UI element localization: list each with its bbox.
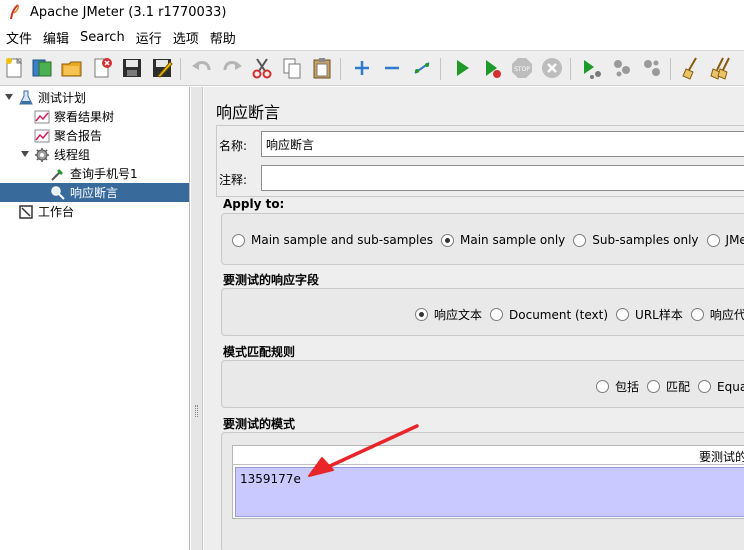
toolbar-separator xyxy=(570,58,571,80)
tree-item-label: 查询手机号1 xyxy=(70,167,138,181)
assertion-panel: 响应断言 名称: 注释: Apply to: Main sample and s… xyxy=(204,87,744,550)
tree-item-label: 响应断言 xyxy=(70,186,119,200)
save-as-icon[interactable] xyxy=(150,56,174,80)
radio-response-text[interactable]: 响应文本 xyxy=(415,306,482,323)
patterns-table-header[interactable]: 要测试的模式 xyxy=(233,446,744,465)
toolbar-separator xyxy=(180,58,181,80)
start-icon[interactable] xyxy=(450,56,474,80)
tree-item-label: 测试计划 xyxy=(38,91,87,105)
redo-icon[interactable] xyxy=(220,56,244,80)
tree-item-view-results-tree[interactable]: 察看结果树 xyxy=(34,107,114,126)
pattern-rules-group: 包括 匹配 Equa xyxy=(221,360,744,408)
tree-item-thread-group[interactable]: 线程组 xyxy=(34,145,90,164)
patterns-table: 要测试的模式 1359177e xyxy=(232,445,744,519)
remote-stop-icon[interactable] xyxy=(610,56,634,80)
comment-field[interactable] xyxy=(261,165,744,191)
jmeter-feather-icon xyxy=(10,4,19,20)
gear-icon xyxy=(35,147,49,162)
tree-item-workbench[interactable]: 工作台 xyxy=(18,202,74,221)
menu-bar: 文件 编辑 Search 运行 选项 帮助 xyxy=(0,26,744,48)
menu-options[interactable]: 选项 xyxy=(167,28,204,47)
clear-icon[interactable] xyxy=(680,56,704,80)
radio-main-sample-only[interactable]: Main sample only xyxy=(440,233,565,247)
pipette-icon xyxy=(51,168,63,181)
magnifier-icon xyxy=(51,185,65,200)
new-icon[interactable] xyxy=(2,56,26,80)
toggle-icon[interactable] xyxy=(410,56,434,80)
radio-document-text[interactable]: Document (text) xyxy=(490,308,608,322)
clear-all-icon[interactable] xyxy=(710,56,734,80)
radio-sub-samples-only[interactable]: Sub-samples only xyxy=(573,233,699,247)
toolbar: STOP xyxy=(0,50,744,86)
divider-grip[interactable] xyxy=(195,405,198,417)
window-title: Apache JMeter (3.1 r1770033) xyxy=(30,4,227,20)
stop-icon[interactable]: STOP xyxy=(510,56,534,80)
response-field-options: 响应文本 Document (text) URL样本 响应代码 xyxy=(415,306,744,323)
tree-item-label: 线程组 xyxy=(54,148,91,162)
response-field-group: 响应文本 Document (text) URL样本 响应代码 xyxy=(221,288,744,336)
name-label: 名称: xyxy=(219,139,248,153)
collapse-toggle-icon[interactable] xyxy=(4,92,14,102)
tree-item-label: 察看结果树 xyxy=(54,110,115,124)
toolbar-separator xyxy=(670,58,671,80)
shutdown-icon[interactable] xyxy=(540,56,564,80)
save-icon[interactable] xyxy=(120,56,144,80)
tree-item-response-assertion[interactable]: 响应断言 xyxy=(0,183,189,202)
collapse-toggle-icon[interactable] xyxy=(20,149,30,159)
workbench-icon xyxy=(19,204,33,219)
radio-response-code[interactable]: 响应代码 xyxy=(690,306,744,323)
apply-to-options: Main sample and sub-samples Main sample … xyxy=(232,233,744,247)
remote-shutdown-icon[interactable] xyxy=(640,56,664,80)
tree-item-label: 工作台 xyxy=(38,205,75,219)
title-bar: Apache JMeter (3.1 r1770033) xyxy=(0,0,744,24)
start-no-pauses-icon[interactable] xyxy=(480,56,504,80)
split-pane-divider[interactable] xyxy=(191,87,203,550)
svg-text:STOP: STOP xyxy=(514,66,530,73)
pattern-rules-options: 包括 匹配 Equa xyxy=(596,378,744,395)
radio-contains[interactable]: 包括 xyxy=(596,378,639,395)
test-plan-tree: 测试计划 察看结果树 聚合报告 线程组 查询手机号1 响应断言 工作台 xyxy=(0,87,190,550)
tree-item-aggregate-report[interactable]: 聚合报告 xyxy=(34,126,102,145)
radio-equals[interactable]: Equa xyxy=(698,380,744,394)
cut-icon[interactable] xyxy=(250,56,274,80)
column-header-patterns: 要测试的模式 xyxy=(699,450,744,464)
tree-item-label: 聚合报告 xyxy=(54,129,103,143)
menu-help[interactable]: 帮助 xyxy=(204,28,241,47)
remote-start-icon[interactable] xyxy=(580,56,604,80)
close-icon[interactable] xyxy=(90,56,114,80)
templates-icon[interactable] xyxy=(30,56,54,80)
menu-run[interactable]: 运行 xyxy=(130,28,167,47)
copy-icon[interactable] xyxy=(280,56,304,80)
graph-report-icon xyxy=(34,129,50,142)
graph-report-icon xyxy=(34,110,50,123)
menu-search[interactable]: Search xyxy=(74,30,130,45)
paste-icon[interactable] xyxy=(310,56,334,80)
comment-box: 注释: xyxy=(216,161,744,197)
expand-icon[interactable] xyxy=(350,56,374,80)
page-title: 响应断言 xyxy=(216,103,281,122)
apply-to-title: Apply to: xyxy=(223,197,285,211)
radio-main-and-sub-samples[interactable]: Main sample and sub-samples xyxy=(232,233,433,247)
tree-item-test-plan[interactable]: 测试计划 xyxy=(18,88,86,107)
radio-jmeter-variable[interactable]: JMeter V xyxy=(706,233,744,247)
pattern-row[interactable]: 1359177e xyxy=(235,467,744,517)
flask-icon xyxy=(19,90,33,104)
open-icon[interactable] xyxy=(60,56,84,80)
name-field[interactable] xyxy=(261,131,744,157)
toolbar-separator xyxy=(440,58,441,80)
radio-url-sample[interactable]: URL样本 xyxy=(616,306,683,323)
menu-edit[interactable]: 编辑 xyxy=(37,28,74,47)
comment-label: 注释: xyxy=(219,173,248,187)
apply-to-group: Main sample and sub-samples Main sample … xyxy=(221,213,744,265)
menu-file[interactable]: 文件 xyxy=(0,28,37,47)
patterns-title: 要测试的模式 xyxy=(223,417,296,431)
radio-matches[interactable]: 匹配 xyxy=(647,378,690,395)
undo-icon[interactable] xyxy=(190,56,214,80)
name-comment-box: 名称: xyxy=(216,125,744,163)
response-field-title: 要测试的响应字段 xyxy=(223,273,320,287)
pattern-rules-title: 模式匹配规则 xyxy=(223,345,296,359)
toolbar-separator xyxy=(340,58,341,80)
tree-item-http-request[interactable]: 查询手机号1 xyxy=(50,164,138,183)
collapse-icon[interactable] xyxy=(380,56,404,80)
